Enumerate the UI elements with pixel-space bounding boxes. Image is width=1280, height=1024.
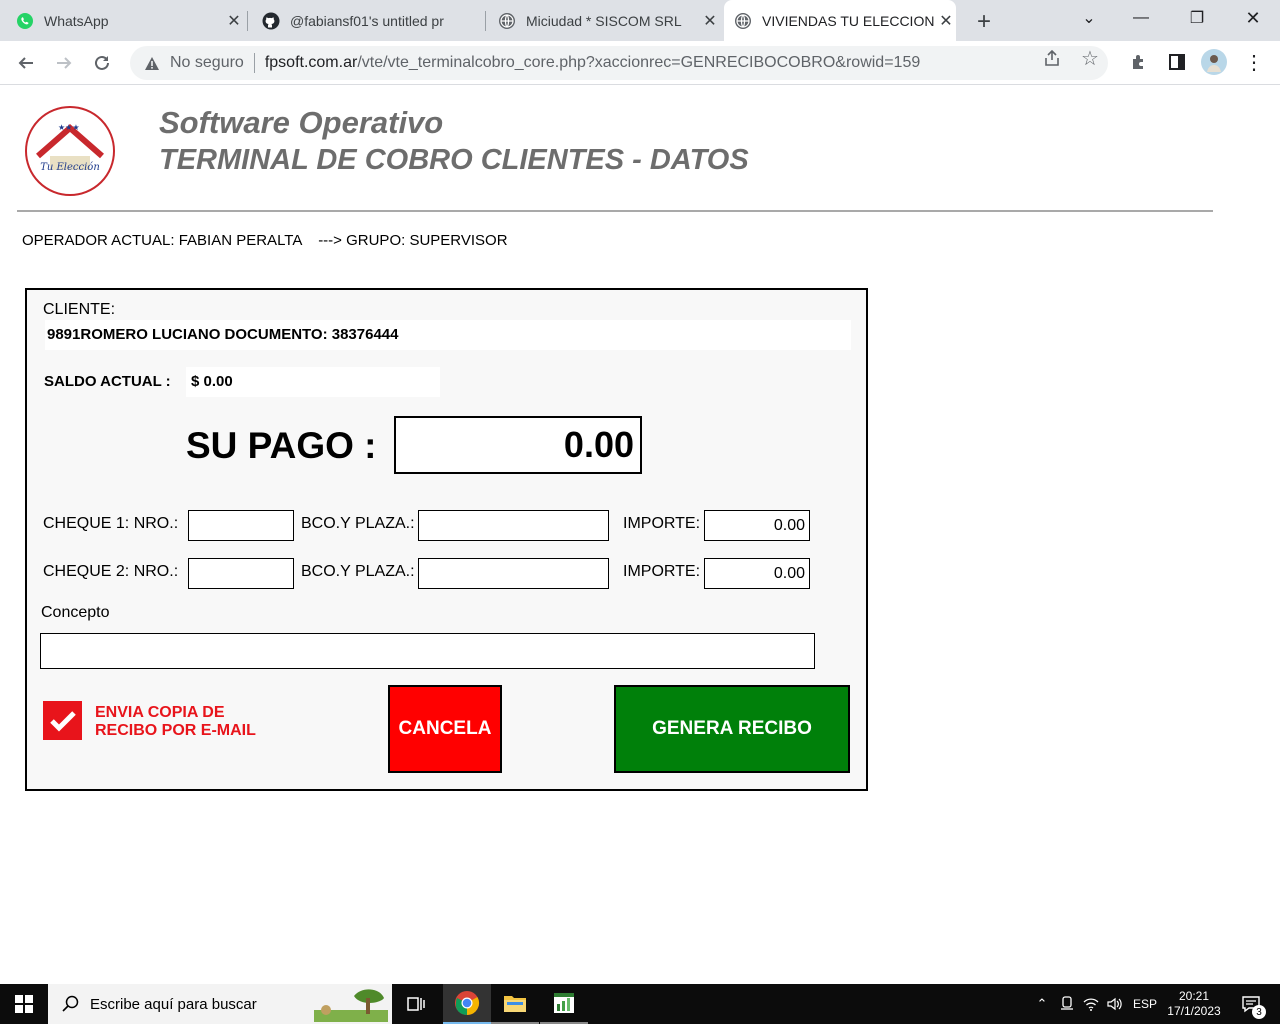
tray-expand-icon[interactable]: ⌃ <box>1034 984 1050 1024</box>
forward-icon[interactable] <box>50 49 78 77</box>
meet-now-icon[interactable] <box>1058 984 1076 1024</box>
pago-input[interactable]: 0.00 <box>394 416 642 474</box>
restore-icon[interactable]: ❐ <box>1174 0 1220 36</box>
security-label[interactable]: No seguro <box>170 54 244 72</box>
cheque1-label: CHEQUE 1: NRO.: <box>43 515 179 532</box>
svg-text:★★★: ★★★ <box>58 123 80 132</box>
cheque1-bco-input[interactable] <box>418 510 609 541</box>
close-icon[interactable]: ✕ <box>936 11 956 31</box>
email-copy-label: ENVIA COPIA DE RECIBO POR E-MAIL <box>95 704 256 740</box>
language-indicator[interactable]: ESP <box>1132 984 1158 1024</box>
page-header: Software Operativo TERMINAL DE COBRO CLI… <box>159 104 749 178</box>
warning-icon[interactable] <box>144 56 162 71</box>
clock-date: 17/1/2023 <box>1167 1004 1221 1018</box>
page-subtitle: TERMINAL DE COBRO CLIENTES - DATOS <box>159 144 749 176</box>
back-icon[interactable] <box>12 49 40 77</box>
chevron-down-icon[interactable]: ⌄ <box>1066 0 1112 36</box>
email-copy-checkbox[interactable] <box>43 701 82 740</box>
wifi-icon[interactable] <box>1082 984 1100 1024</box>
taskbar-search-input[interactable]: Escribe aquí para buscar <box>48 984 392 1024</box>
header-divider <box>17 210 1213 212</box>
volume-icon[interactable] <box>1106 984 1124 1024</box>
whatsapp-icon <box>16 12 34 30</box>
tab-siscom[interactable]: Miciudad * SISCOM SRL ✕ <box>498 0 720 41</box>
company-logo: ★★★ Tu Elección <box>24 104 117 197</box>
cheque1-bco-label: BCO.Y PLAZA.: <box>301 515 415 532</box>
operator-info: OPERADOR ACTUAL: FABIAN PERALTA ---> GRU… <box>22 232 508 249</box>
generate-receipt-button[interactable]: GENERA RECIBO <box>614 685 850 773</box>
side-panel-icon[interactable] <box>1164 49 1190 75</box>
search-icon <box>62 995 80 1013</box>
cheque1-importe-label: IMPORTE: <box>623 515 701 532</box>
share-icon[interactable] <box>1042 48 1062 68</box>
browser-toolbar: No seguro fpsoft.com.ar/vte/vte_terminal… <box>0 41 1280 85</box>
tab-title: @fabiansf01's untitled pr <box>290 12 444 29</box>
new-tab-button[interactable]: + <box>970 8 998 36</box>
cheque2-importe-label: IMPORTE: <box>623 563 701 580</box>
url-path: /vte/vte_terminalcobro_core.php?xaccionr… <box>357 54 921 71</box>
cheque1-nro-input[interactable] <box>188 510 294 541</box>
cheque1-importe-input[interactable]: 0.00 <box>704 510 810 541</box>
minimize-icon[interactable]: — <box>1118 0 1164 36</box>
notification-count-badge: 3 <box>1252 1005 1266 1019</box>
url-host: fpsoft.com.ar <box>264 54 358 71</box>
cliente-label: CLIENTE: <box>43 301 116 318</box>
email-copy-label-line2: RECIBO POR E-MAIL <box>95 722 256 739</box>
search-highlight-icon <box>314 986 388 1022</box>
tab-viviendas[interactable]: VIVIENDAS TU ELECCION ✕ <box>724 0 956 41</box>
tab-separator <box>247 11 248 31</box>
tab-separator <box>485 11 486 31</box>
email-copy-label-line1: ENVIA COPIA DE <box>95 704 225 721</box>
close-icon[interactable]: ✕ <box>700 11 720 31</box>
cancel-button[interactable]: CANCELA <box>388 685 502 773</box>
saldo-label: SALDO ACTUAL : <box>44 373 171 390</box>
search-placeholder: Escribe aquí para buscar <box>90 995 257 1013</box>
cheque2-label: CHEQUE 2: NRO.: <box>43 563 179 580</box>
globe-icon <box>498 12 516 30</box>
clock[interactable]: 20:21 17/1/2023 <box>1162 984 1226 1024</box>
divider <box>253 53 255 73</box>
tab-github[interactable]: @fabiansf01's untitled pr <box>262 0 482 41</box>
cheque2-importe-input[interactable]: 0.00 <box>704 558 810 589</box>
pago-label: SU PAGO : <box>186 425 377 466</box>
tab-title: WhatsApp <box>44 12 109 29</box>
saldo-field: $ 0.00 <box>186 367 440 397</box>
page-title: Software Operativo <box>159 105 444 140</box>
tab-title: Miciudad * SISCOM SRL <box>526 12 682 29</box>
globe-icon <box>734 12 752 30</box>
chrome-icon[interactable] <box>443 984 491 1024</box>
close-icon[interactable]: ✕ <box>224 11 244 31</box>
tab-title: VIVIENDAS TU ELECCION <box>762 12 935 29</box>
spreadsheet-app-icon[interactable] <box>540 984 588 1024</box>
url-text[interactable]: fpsoft.com.ar/vte/vte_terminalcobro_core… <box>265 54 920 72</box>
close-window-icon[interactable]: ✕ <box>1230 0 1276 36</box>
cliente-field: 9891ROMERO LUCIANO DOCUMENTO: 38376444 <box>45 320 851 350</box>
checkmark-icon <box>49 710 76 732</box>
bookmark-star-icon[interactable]: ☆ <box>1080 48 1100 70</box>
concepto-input[interactable] <box>40 633 815 669</box>
github-icon <box>262 12 280 30</box>
avatar[interactable] <box>1201 49 1227 75</box>
notifications-icon[interactable]: 3 <box>1234 984 1268 1024</box>
concepto-label: Concepto <box>41 604 110 621</box>
file-explorer-icon[interactable] <box>491 984 539 1024</box>
address-bar[interactable]: No seguro fpsoft.com.ar/vte/vte_terminal… <box>130 46 1108 80</box>
tab-strip: WhatsApp ✕ @fabiansf01's untitled pr Mic… <box>0 0 1280 41</box>
cheque2-bco-input[interactable] <box>418 558 609 589</box>
task-view-icon[interactable] <box>392 984 440 1024</box>
reload-icon[interactable] <box>88 49 116 77</box>
tab-whatsapp[interactable]: WhatsApp ✕ <box>16 0 244 41</box>
windows-start-icon[interactable] <box>0 984 48 1024</box>
clock-time: 20:21 <box>1178 989 1210 1003</box>
taskbar: Escribe aquí para buscar ⌃ ESP 20:21 17/… <box>0 984 1280 1024</box>
logo-text: Tu Elección <box>40 162 100 173</box>
extensions-icon[interactable] <box>1126 49 1152 75</box>
payment-form: CLIENTE: 9891ROMERO LUCIANO DOCUMENTO: 3… <box>25 288 868 791</box>
cheque2-nro-input[interactable] <box>188 558 294 589</box>
menu-dots-icon[interactable]: ⋮ <box>1241 49 1267 75</box>
cheque2-bco-label: BCO.Y PLAZA.: <box>301 563 415 580</box>
